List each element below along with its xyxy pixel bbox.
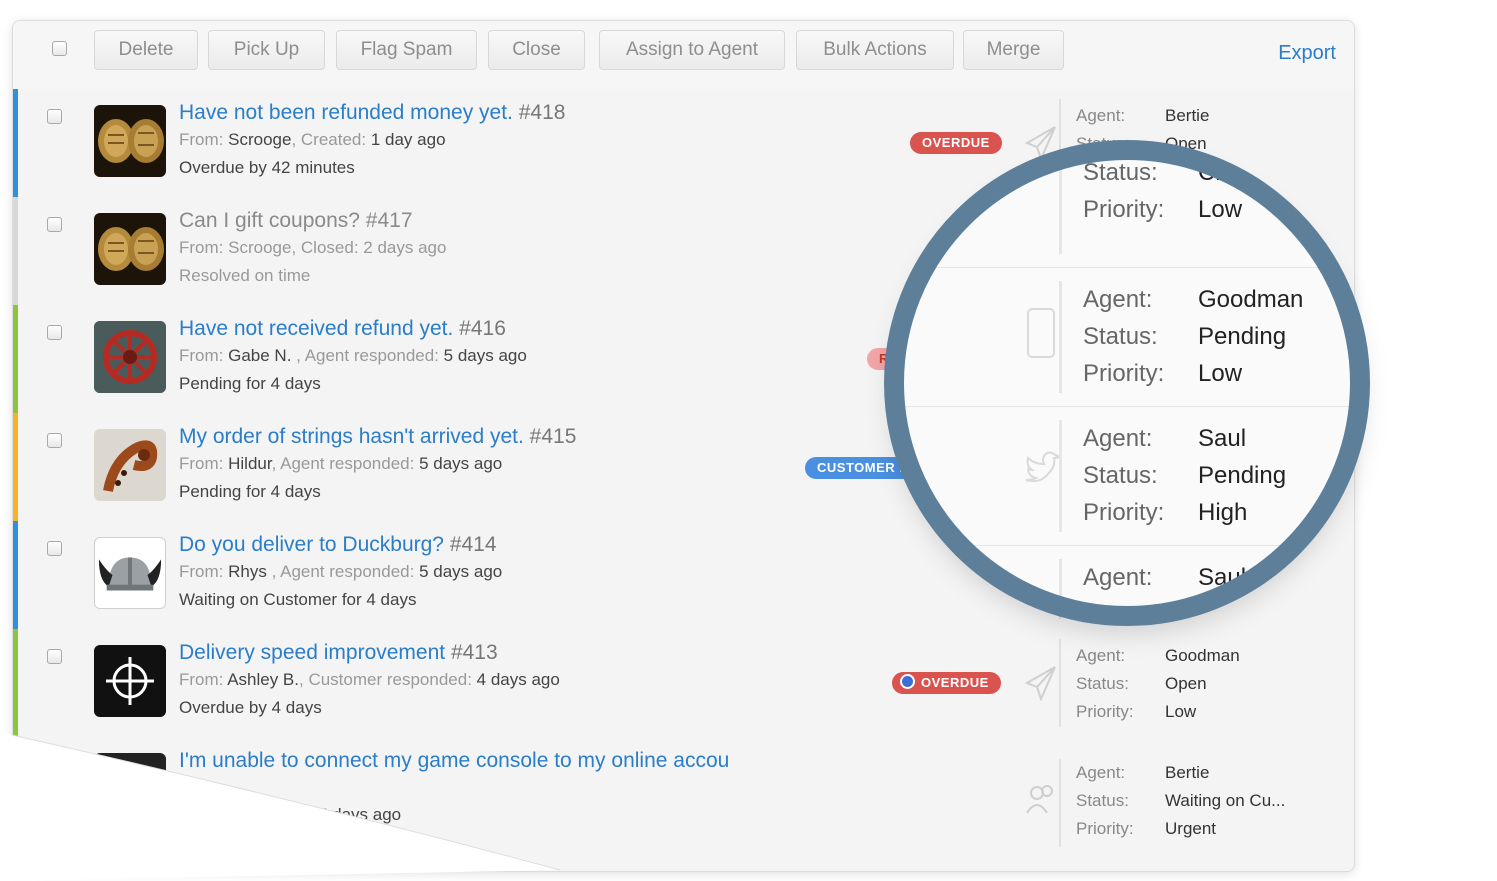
table-row[interactable]: I'm unable to connect my game console to… [13,737,1354,871]
magnified-properties: Agent: Goodman Status: Pending Priority: Lo… [1083,286,1304,387]
users-icon [1025,781,1057,817]
sla-status: Overdue by 4 days [179,698,322,717]
status-color-bar [13,89,18,197]
divider [1059,759,1061,847]
row-checkbox[interactable] [47,541,62,556]
divider [1059,281,1062,393]
coins-icon [98,119,164,163]
sla-status: Pending for 4 days [179,482,321,501]
ticket-title[interactable]: Have not received refund yet. #416 [179,317,506,341]
magnified-properties: Agent: Saul Status: Pending Priority: High [1083,425,1287,526]
ticket-number: #412 [179,779,217,798]
ticket-meta: From: Ashley B., Customer responded: 4 d… [179,670,560,689]
delete-button[interactable]: Delete [94,30,198,70]
status-color-bar [13,629,18,737]
crosshair-icon [106,657,154,705]
ticket-meta: From: Scrooge, Closed: 2 days ago [179,238,447,257]
ticket-meta: From: Gabe N. , Agent responded: 5 days … [179,346,527,365]
table-row[interactable]: Delivery speed improvement #413 From: As… [13,629,1354,738]
magnifier-lens: Status: Closed Priority: Low Agent: Goodman… [894,150,1360,616]
avatar [94,213,166,285]
ticket-title[interactable]: My order of strings hasn't arrived yet. … [179,425,576,449]
status-color-bar [13,737,18,871]
ticket-meta: Agent responded: 5 days ago [179,805,402,824]
avatar [94,753,166,825]
avatar [94,321,166,393]
magnified-properties: Agent: Saul [1083,564,1247,591]
divider [1059,639,1061,727]
ticket-title[interactable]: I'm unable to connect my game console to… [179,749,729,773]
ticket-meta: From: Scrooge, Created: 1 day ago [179,130,446,149]
avatar [94,105,166,177]
ticket-title[interactable]: Have not been refunded money yet. #418 [179,101,565,125]
bulk-actions-button[interactable]: Bulk Actions [796,30,954,70]
export-link[interactable]: Export [1278,42,1336,65]
magnified-properties: Status: Closed Priority: Low [1083,159,1273,223]
magnified-row: Agent: Saul [894,545,1360,616]
sla-status: Waiting on Customer for 4 days [179,590,417,609]
sla-status: Resolved on time [179,266,311,285]
magnified-row: Status: Closed Priority: Low [894,150,1360,268]
divider [1059,420,1062,532]
divider [1059,150,1062,254]
close-button[interactable]: Close [488,30,585,70]
avatar [94,537,166,609]
mobile-icon [1022,305,1062,365]
magnified-row: Agent: Saul Status: Pending Priority: High [894,406,1360,546]
row-checkbox[interactable] [47,325,62,340]
coins-icon [98,227,164,271]
row-checkbox[interactable] [47,649,62,664]
ticket-properties: Agent: Bertie Status: Waiting on Cu... Pri… [1076,763,1286,838]
violin-scroll-icon [94,429,166,501]
ticket-title[interactable]: Do you deliver to Duckburg? #414 [179,533,497,557]
sla-status: Overdue by 42 minutes [179,158,355,177]
merge-button[interactable]: Merge [963,30,1064,70]
flag-spam-button[interactable]: Flag Spam [336,30,477,70]
toolbar: Delete Pick Up Flag Spam Close Assign to… [13,21,1354,90]
row-checkbox[interactable] [47,433,62,448]
valve-wheel-icon [94,321,166,393]
sla-status: Pending for 4 days [179,374,321,393]
status-color-bar [13,521,18,629]
row-checkbox[interactable] [47,109,62,124]
status-color-bar [13,305,18,413]
ticket-properties: Agent: Goodman Status: Open Priority: Low [1076,646,1240,721]
ticket-meta: From: Hildur, Agent responded: 5 days ag… [179,454,503,473]
ticket-title[interactable]: Can I gift coupons? #417 [179,209,413,233]
pick-up-button[interactable]: Pick Up [208,30,325,70]
divider [1059,559,1062,616]
viking-helmet-icon [98,557,162,591]
avatar [94,645,166,717]
status-color-bar [13,197,18,305]
magnified-row: Agent: Goodman Status: Pending Priority: Lo… [894,267,1360,407]
avatar [94,429,166,501]
row-checkbox[interactable] [47,217,62,232]
email-icon [1024,665,1057,702]
twitter-icon [1022,444,1063,504]
status-color-bar [13,413,18,521]
overdue-badge: OVERDUE [892,672,1001,694]
ticket-meta: From: Rhys , Agent responded: 5 days ago [179,562,503,581]
select-all-checkbox[interactable] [52,41,67,56]
clock-icon [900,674,915,689]
assign-to-agent-button[interactable]: Assign to Agent [599,30,785,70]
ticket-title[interactable]: Delivery speed improvement #413 [179,641,498,665]
